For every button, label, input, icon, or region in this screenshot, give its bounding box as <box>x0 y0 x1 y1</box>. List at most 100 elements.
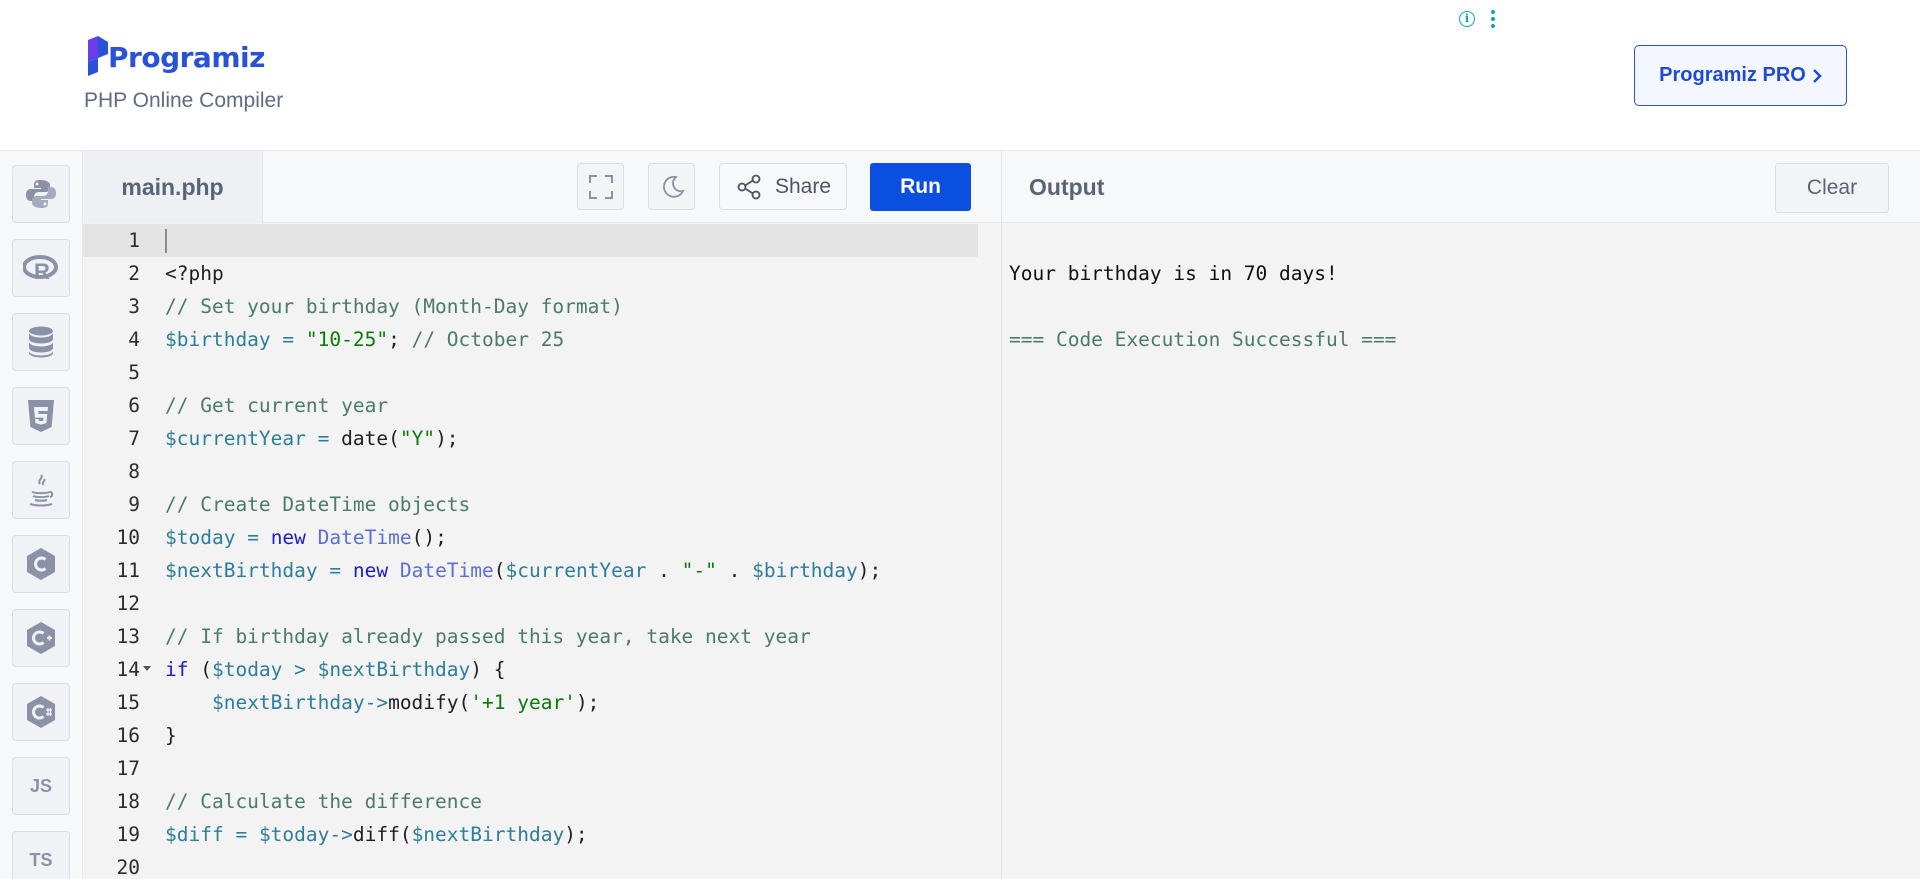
code-line[interactable]: 7 $currentYear = date("Y"); <box>83 422 978 455</box>
line-number: 1 <box>128 229 140 252</box>
sql-icon[interactable] <box>12 313 70 371</box>
code-token: (); <box>411 526 447 549</box>
output-toolbar: Output Clear <box>1002 151 1920 223</box>
code-token: if <box>165 658 189 681</box>
code-token: $nextBirthday <box>317 658 471 681</box>
code-line[interactable]: 4 $birthday = "10-25"; // October 25 <box>83 323 978 356</box>
code-line[interactable]: 10 $today = new DateTime(); <box>83 521 978 554</box>
line-number: 10 <box>116 526 140 549</box>
code-token: ) { <box>470 658 506 681</box>
code-token: // Calculate the difference <box>165 790 482 813</box>
code-line[interactable]: 6 // Get current year <box>83 389 978 422</box>
theme-toggle-button[interactable] <box>648 163 695 210</box>
code-token: ( <box>188 658 212 681</box>
csharp-icon[interactable] <box>12 683 70 741</box>
line-number: 19 <box>116 823 140 846</box>
fold-arrow-icon[interactable] <box>143 666 151 671</box>
code-token: > <box>282 658 318 681</box>
cpp-icon[interactable] <box>12 609 70 667</box>
page-subtitle: PHP Online Compiler <box>84 89 284 112</box>
code-text: // If birthday already passed this year,… <box>165 620 811 653</box>
java-icon[interactable] <box>12 461 70 519</box>
fullscreen-button[interactable] <box>577 163 624 210</box>
code-token: $birthday <box>165 328 271 351</box>
code-line[interactable]: 2 <?php <box>83 257 978 290</box>
programiz-pro-label: Programiz PRO <box>1659 64 1806 86</box>
code-token: ( <box>493 559 506 582</box>
code-token: } <box>165 724 177 747</box>
code-editor[interactable]: 20 19 $diff = $today->diff($nextBirthday);… <box>83 223 1001 879</box>
ts-label: TS <box>29 849 53 870</box>
ad-info-icon[interactable]: i <box>1459 11 1475 27</box>
clear-label: Clear <box>1806 176 1858 199</box>
line-number: 4 <box>128 328 140 351</box>
python-icon[interactable] <box>12 165 70 223</box>
line-number: 5 <box>128 361 140 384</box>
code-token: <?php <box>165 262 224 285</box>
code-token: // Set your birthday (Month-Day format) <box>165 295 623 318</box>
run-button[interactable]: Run <box>870 163 971 211</box>
c-icon[interactable] <box>12 535 70 593</box>
code-line[interactable]: 8 <box>83 455 978 488</box>
output-line: Your birthday is in 70 days! <box>1009 262 1338 285</box>
code-line[interactable]: 16} <box>83 719 978 752</box>
code-line[interactable]: 17 <box>83 752 978 785</box>
clear-button[interactable]: Clear <box>1775 163 1889 213</box>
code-line[interactable]: 9 // Create DateTime objects <box>83 488 978 521</box>
code-text: $nextBirthday = new DateTime($currentYea… <box>165 554 881 587</box>
code-token: new <box>352 559 389 582</box>
file-tab-main[interactable]: main.php <box>83 151 263 223</box>
code-token: $currentYear <box>165 427 306 450</box>
code-line[interactable]: 20 <box>83 851 978 879</box>
r-icon[interactable]: R <box>12 239 70 297</box>
code-token: = <box>317 559 353 582</box>
code-token: new <box>270 526 306 549</box>
output-console: Your birthday is in 70 days! === Code Exe… <box>1002 223 1920 879</box>
line-number: 8 <box>128 460 140 483</box>
html-icon[interactable] <box>12 387 70 445</box>
code-token: ); <box>564 823 588 846</box>
js-icon[interactable]: JS <box>12 757 70 815</box>
code-token: . <box>646 559 682 582</box>
code-line[interactable]: 18 // Calculate the difference <box>83 785 978 818</box>
chevron-right-icon <box>1812 68 1822 83</box>
line-number: 15 <box>116 691 140 714</box>
code-token: $today <box>165 526 236 549</box>
code-token: ); <box>857 559 882 582</box>
output-title: Output <box>1029 174 1105 200</box>
code-line[interactable]: 13 // If birthday already passed this yea… <box>83 620 978 653</box>
line-number: 12 <box>116 592 140 615</box>
code-token: $nextBirthday <box>411 823 565 846</box>
code-token: $nextBirthday-> <box>211 691 389 714</box>
code-token: $birthday <box>752 559 858 582</box>
code-line[interactable]: 15 $nextBirthday->modify('+1 year'); <box>83 686 978 719</box>
code-text: <?php <box>165 257 224 290</box>
share-button[interactable]: Share <box>719 163 847 210</box>
editor-scrollbar[interactable] <box>987 223 1001 879</box>
fullscreen-icon <box>588 174 613 199</box>
line-number: 2 <box>128 262 140 285</box>
programiz-pro-button[interactable]: Programiz PRO <box>1634 45 1847 106</box>
code-line[interactable]: 19 $diff = $today->diff($nextBirthday); <box>83 818 978 851</box>
code-line[interactable]: 12 <box>83 587 978 620</box>
svg-text:R: R <box>34 259 50 283</box>
code-text: // Create DateTime objects <box>165 488 470 521</box>
ts-icon[interactable]: TS <box>12 831 70 879</box>
code-line[interactable]: 1 <box>83 224 978 257</box>
file-tab-label: main.php <box>121 173 224 200</box>
code-line[interactable]: 14 if ($today > $nextBirthday) { <box>83 653 978 686</box>
code-token: . <box>716 559 753 582</box>
code-text: $currentYear = date("Y"); <box>165 422 459 455</box>
code-text: $diff = $today->diff($nextBirthday); <box>165 818 588 851</box>
code-token: "10-25" <box>305 328 389 351</box>
code-line[interactable]: 11 $nextBirthday = new DateTime($currentY… <box>83 554 978 587</box>
ad-menu-icon[interactable] <box>1490 10 1496 28</box>
editor-toolbar: main.php Share Run <box>83 151 1001 223</box>
code-line[interactable]: 5 <box>83 356 978 389</box>
line-number: 17 <box>116 757 140 780</box>
code-line[interactable]: 3 // Set your birthday (Month-Day format) <box>83 290 978 323</box>
code-token: '+1 year' <box>470 691 576 714</box>
run-label: Run <box>900 175 941 198</box>
